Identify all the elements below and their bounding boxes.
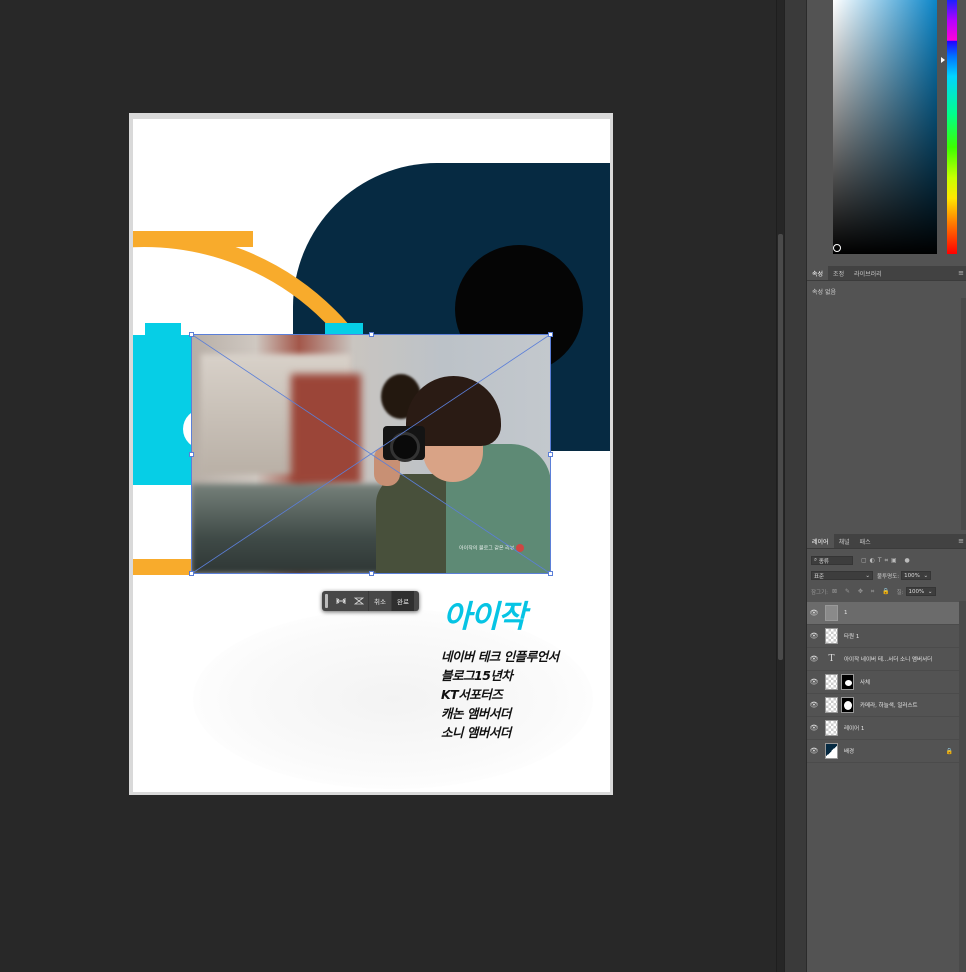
lock-icon: 🔒 [945,747,953,755]
no-properties-label: 속성 없음 [812,289,836,296]
transform-handle-top-right[interactable] [548,332,553,337]
layer-name: 1 [844,610,848,616]
layer-row[interactable]: 👁 레이어 1 [807,717,959,740]
properties-scrollbar[interactable] [961,298,966,530]
eye-icon[interactable]: 👁 [807,747,821,755]
chevron-down-icon: ⌄ [865,572,870,579]
layer-name: 카메라, 하늘색, 일러스트 [860,703,918,709]
tab-properties[interactable]: 속성 [807,266,829,280]
layer-thumbnail [825,628,838,644]
tab-layers[interactable]: 레이어 [807,534,834,548]
transform-handle-bottom-left[interactable] [189,571,194,576]
transform-handle-right[interactable] [548,452,553,457]
layer-name: 타원 1 [844,634,860,640]
layer-name: 레이어 1 [844,726,865,732]
eye-icon[interactable]: 👁 [807,632,821,640]
tab-paths[interactable]: 패스 [855,534,876,548]
eye-icon[interactable]: 👁 [807,655,821,663]
layer-name: 배경 [844,749,855,755]
right-panels: 속성 조정 라이브러리 ≡ 속성 없음 레이어 채널 패스 ≡ ⌕ 종류 ▢◐T… [806,0,966,972]
transform-handle-top-left[interactable] [189,332,194,337]
layer-kind-filter[interactable]: ⌕ 종류 [811,556,853,565]
canvas-workspace[interactable]: 아이작의 블로그 같은 리뷰 아이작 네이버 테크 인플루언서 블로그15년차 … [0,0,776,972]
search-icon: ⌕ [814,557,818,563]
cyan-camera-body [133,335,195,485]
layer-name: 사체 [860,680,871,686]
transform-handle-left[interactable] [189,452,194,457]
orange-bar [133,231,253,247]
properties-body [807,298,961,530]
color-picker-field[interactable] [833,0,937,254]
opacity-field[interactable]: 100% ⌄ [901,571,932,580]
layer-filter-row: ⌕ 종류 ▢◐T⌗▣ ● [811,555,913,566]
drag-grip[interactable] [325,594,328,608]
layer-row[interactable]: 👁 타원 1 [807,625,959,648]
bio-line: 소니 앰버서더 [441,725,511,740]
panel-menu-icon[interactable]: ≡ [958,269,964,277]
done-button[interactable]: 완료 [391,591,414,611]
text-layer-icon: T [828,654,835,664]
bio-line: 캐논 앰버서더 [441,706,511,721]
flip-icon[interactable] [350,591,368,611]
scroll-thumb[interactable] [778,234,783,660]
transform-handle-bottom-right[interactable] [548,571,553,576]
eye-icon[interactable]: 👁 [807,678,821,686]
layer-mask-thumbnail[interactable] [841,674,854,690]
layer-row[interactable]: 👁 사체 [807,671,959,694]
layer-thumbnail [825,697,838,713]
eye-icon[interactable]: 👁 [807,724,821,732]
layer-thumbnail [825,720,838,736]
eye-icon[interactable]: 👁 [807,609,821,617]
cancel-button[interactable]: 취소 [369,591,391,611]
lock-label: 잠그기: [811,589,829,596]
contextual-task-bar: 취소 완료 [322,591,419,611]
hue-slider-arrow[interactable] [941,57,945,63]
layer-thumbnail [825,743,838,759]
bio-line: 블로그15년차 [441,668,513,683]
layer-row[interactable]: 👁 1 [807,602,959,625]
artboard: 아이작의 블로그 같은 리뷰 아이작 네이버 테크 인플루언서 블로그15년차 … [133,119,610,792]
eye-icon[interactable]: 👁 [807,701,821,709]
layer-row[interactable]: 👁 배경 🔒 [807,740,959,763]
blend-mode-select[interactable]: 표준 ⌄ [811,571,873,580]
hue-slider[interactable] [947,0,957,254]
orange-bottom-bar [133,559,193,575]
document-canvas[interactable]: 아이작의 블로그 같은 리뷰 아이작 네이버 테크 인플루언서 블로그15년차 … [129,113,613,795]
lock-row: 잠그기: ⊠ ✎ ✥ ⌗ 🔒 칠: 100% ⌄ [811,586,936,597]
transform-bounding-box[interactable] [191,334,551,574]
bio-line: KT서포터즈 [441,687,503,702]
color-cursor[interactable] [833,244,841,252]
opacity-label: 불투명도: [877,573,900,580]
layer-mask-thumbnail[interactable] [841,697,854,713]
layer-row[interactable]: 👁 카메라, 하늘색, 일러스트 [807,694,959,717]
tab-channels[interactable]: 채널 [834,534,855,548]
poster-bio: 네이버 테크 인플루언서 블로그15년차 KT서포터즈 캐논 앰버서더 소니 앰… [441,647,559,742]
layer-thumbnail [825,674,838,690]
tab-adjustments[interactable]: 조정 [828,266,849,280]
bio-line: 네이버 테크 인플루언서 [441,649,559,664]
layer-row[interactable]: 👁 T 아이작 네이버 테...서더 소니 앰버서더 [807,648,959,671]
filter-icons[interactable]: ▢◐T⌗▣ ● [861,557,913,565]
transform-handle-top[interactable] [369,332,374,337]
properties-tabbar: 속성 조정 라이브러리 ≡ [807,266,966,281]
blend-row: 표준 ⌄ 불투명도: 100% ⌄ [811,570,932,581]
panel-dock-strip [784,0,807,972]
lock-icons[interactable]: ⊠ ✎ ✥ ⌗ 🔒 [832,588,893,596]
layers-scrollbar[interactable] [959,601,966,972]
layer-thumbnail [825,605,838,621]
fill-field[interactable]: 100% ⌄ [905,587,936,596]
panel-menu-icon[interactable]: ≡ [958,537,964,545]
layers-tabbar: 레이어 채널 패스 ≡ [807,534,966,549]
warp-icon[interactable] [332,591,350,611]
tab-libraries[interactable]: 라이브러리 [849,266,887,280]
poster-title: 아이작 [443,599,527,635]
fill-label: 칠: [896,589,904,596]
layer-name: 아이작 네이버 테...서더 소니 앰버서더 [844,657,933,663]
transform-handle-bottom[interactable] [369,571,374,576]
